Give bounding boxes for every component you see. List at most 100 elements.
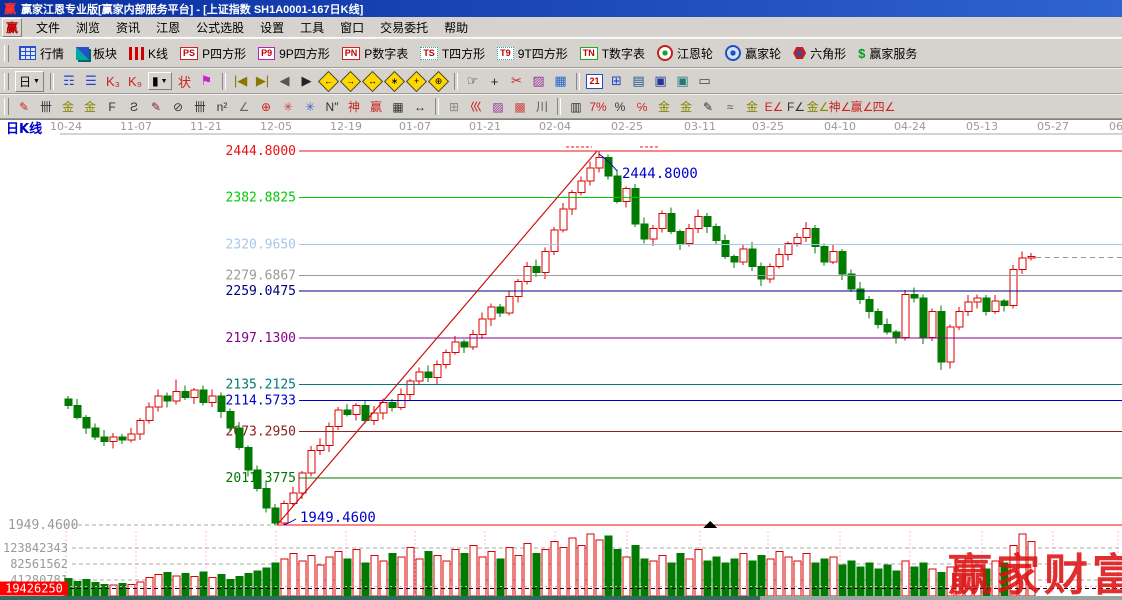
gold-lines-button[interactable]: 金 <box>675 98 697 116</box>
expand-horizontal-button[interactable]: ↔ <box>361 70 384 92</box>
price-bars-button[interactable]: ▥ <box>565 98 587 116</box>
draw-pen-button[interactable]: ✎ <box>13 98 35 116</box>
crosshair-tool-button[interactable]: + <box>484 72 506 91</box>
gann-ruler-button[interactable]: 卌 <box>35 98 57 116</box>
menu-settings[interactable]: 设置 <box>252 18 292 37</box>
expand-view-button[interactable]: + <box>405 70 428 92</box>
chart-area[interactable]: 123842343 82561562 41280781 2444.8000 2382.8… <box>0 119 1122 596</box>
width-measure-button[interactable]: ↔ <box>409 98 431 116</box>
cn-marker-button[interactable]: 状 <box>174 72 196 91</box>
menu-tools[interactable]: 工具 <box>292 18 332 37</box>
menu-gann[interactable]: 江恩 <box>148 18 188 37</box>
gold-ruler-1-button[interactable]: 金 <box>57 98 79 116</box>
gann-tool-purple-button[interactable]: ▨ <box>528 72 550 91</box>
f-angle-button[interactable]: F∠ <box>785 98 807 116</box>
compress-view-button[interactable]: ∗ <box>383 70 406 92</box>
spiral-ruler-button[interactable]: Ƨ <box>123 98 145 116</box>
calendar-button[interactable]: 21 <box>584 72 606 91</box>
fan-purple-button[interactable]: ▨ <box>487 98 509 116</box>
shift-left-button[interactable]: ← <box>317 70 340 92</box>
toolbar-sectors-button[interactable]: 板块 <box>70 43 123 64</box>
toolbar-9t-square-button[interactable]: T9 9T四方形 <box>491 43 574 64</box>
cut-tool-button[interactable]: ✂ <box>506 72 528 91</box>
toolbar-t-square-button[interactable]: TS T四方形 <box>414 43 491 64</box>
date-tick-label: 10-24 <box>50 120 82 133</box>
gann-tool-blue-button[interactable]: ▦ <box>550 72 572 91</box>
toolbar-kline-button[interactable]: K线 <box>123 43 174 64</box>
e-angle-button[interactable]: E∠ <box>763 98 785 116</box>
menu-news[interactable]: 资讯 <box>108 18 148 37</box>
toolbar-quotes-button[interactable]: 行情 <box>13 43 70 64</box>
last-page-button[interactable]: ▶| <box>252 72 274 91</box>
shen-angle-button[interactable]: 神∠ <box>829 98 852 116</box>
toolbar-hexagon-button[interactable]: 六角形 <box>787 43 852 64</box>
percent-button[interactable]: % <box>609 98 631 116</box>
gold-circle-button[interactable]: 金 <box>653 98 675 116</box>
gold-underline-button[interactable]: 金 <box>741 98 763 116</box>
menu-trade[interactable]: 交易委托 <box>372 18 436 37</box>
save-button[interactable]: ▣ <box>650 72 672 91</box>
price-level-label: 2259.0475 <box>226 284 296 299</box>
toolbar-winner-service-button[interactable]: $ 赢家服务 <box>852 43 923 64</box>
toolbar-winner-wheel-button[interactable]: 赢家轮 <box>719 43 787 64</box>
menu-help[interactable]: 帮助 <box>436 18 476 37</box>
hand-tool-button[interactable]: ☞ <box>462 72 484 91</box>
export-data-button[interactable]: ▣ <box>672 72 694 91</box>
wave-tool-button[interactable]: ≈ <box>719 98 741 116</box>
fan-red-button[interactable]: 巛 <box>465 98 487 116</box>
notes-button[interactable]: ▤ <box>628 72 650 91</box>
web-red-button[interactable]: ✳ <box>277 98 299 116</box>
candle-body <box>1018 257 1027 270</box>
price-ruler-button[interactable]: ▦ <box>387 98 409 116</box>
toolbar-t-number-table-button[interactable]: TN T数字表 <box>574 43 651 64</box>
app-menu-icon[interactable]: 赢 <box>2 17 23 37</box>
time-ruler-button[interactable]: 卌 <box>189 98 211 116</box>
draw-pen-2-button[interactable]: ✎ <box>697 98 719 116</box>
prev-bar-button[interactable]: ◀ <box>274 72 296 91</box>
flag-marker-button[interactable]: ⚑ <box>196 72 218 91</box>
kline-style-dropdown[interactable]: ▮ ▼ <box>147 72 172 90</box>
calculator-button[interactable]: ⊞ <box>606 72 628 91</box>
kline-3-button[interactable]: K₃ <box>102 72 124 91</box>
angle-pen-button[interactable]: ✎ <box>145 98 167 116</box>
toolbar-9p-square-button[interactable]: P9 9P四方形 <box>252 43 336 64</box>
toolbar-p-number-table-button[interactable]: PN P数字表 <box>336 43 415 64</box>
four-angle-button[interactable]: 四∠ <box>873 98 896 116</box>
expand-view-icon: + <box>405 70 428 92</box>
percent-line-button[interactable]: ℅ <box>631 98 653 116</box>
fib-ruler-button[interactable]: F <box>101 98 123 116</box>
reset-scale-button[interactable]: ⊕ <box>427 70 450 92</box>
n-wave-button[interactable]: N″ <box>321 98 343 116</box>
candle-body <box>514 280 523 298</box>
print-button[interactable]: ▭ <box>694 72 716 91</box>
menu-file[interactable]: 文件 <box>28 18 68 37</box>
data-list-button[interactable]: ☰ <box>80 72 102 91</box>
menu-browse[interactable]: 浏览 <box>68 18 108 37</box>
gold-angle-button[interactable]: 金∠ <box>807 98 830 116</box>
kline-9-button[interactable]: K₉ <box>124 72 146 91</box>
trend-chart-button[interactable]: ☶ <box>58 72 80 91</box>
ying-angle-button[interactable]: 赢∠ <box>851 98 874 116</box>
first-page-button[interactable]: |◀ <box>230 72 252 91</box>
target-circle-button[interactable]: ⊕ <box>255 98 277 116</box>
shen-ruler-button[interactable]: 神 <box>343 98 365 116</box>
ying-ruler-button[interactable]: 赢 <box>365 98 387 116</box>
menu-formula-select[interactable]: 公式选股 <box>188 18 252 37</box>
web-blue-button[interactable]: ✳ <box>299 98 321 116</box>
n-square-button[interactable]: n² <box>211 98 233 116</box>
angle-tool-button[interactable]: ∠ <box>233 98 255 116</box>
parallel-lines-button[interactable]: 川 <box>531 98 553 116</box>
grid-red-button[interactable]: ▩ <box>509 98 531 116</box>
cycle-circle-button[interactable]: ⊘ <box>167 98 189 116</box>
toolbar-p-square-button[interactable]: PS P四方形 <box>174 43 252 64</box>
next-bar-button[interactable]: ▶ <box>296 72 318 91</box>
menu-window[interactable]: 窗口 <box>332 18 372 37</box>
candle-body <box>82 416 91 429</box>
period-daily-dropdown[interactable]: 日 ▼ <box>15 70 44 92</box>
volume-bar <box>676 552 685 596</box>
shift-right-button[interactable]: → <box>339 70 362 92</box>
toolbar-gann-wheel-button[interactable]: 江恩轮 <box>651 43 719 64</box>
frame-select-button[interactable]: ⊞ <box>443 98 465 116</box>
gold-ruler-2-button[interactable]: 金 <box>79 98 101 116</box>
percent-band-button[interactable]: 7% <box>587 98 609 116</box>
